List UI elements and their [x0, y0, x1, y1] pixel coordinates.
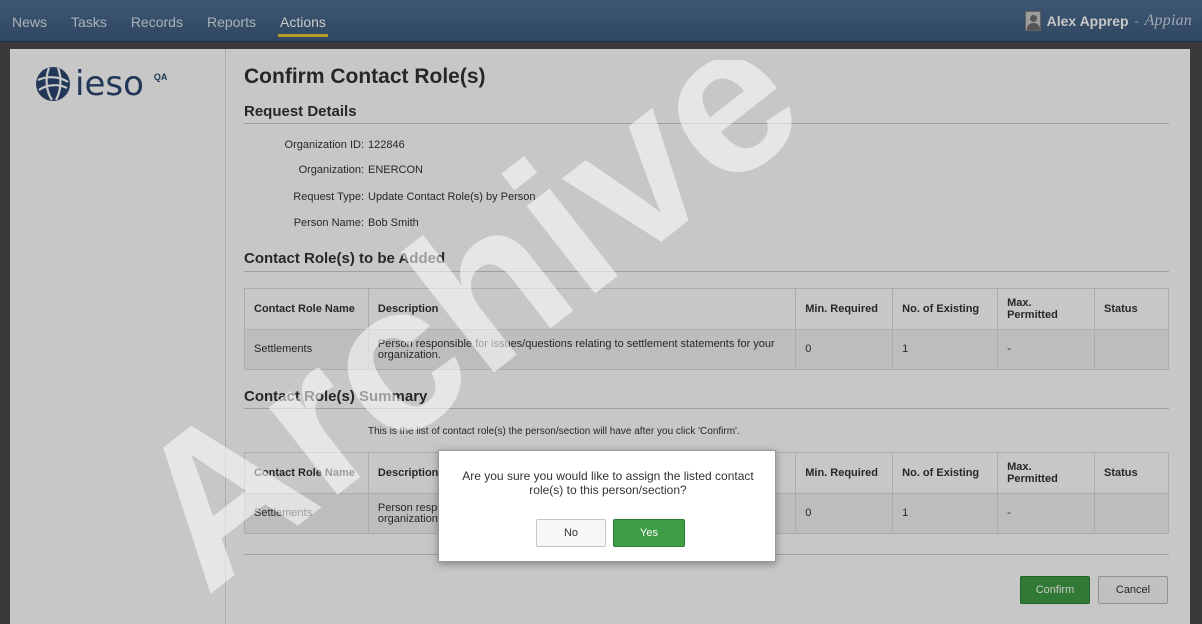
dialog-message: Are you sure you would like to assign th… — [462, 469, 754, 497]
no-button[interactable]: No — [536, 519, 606, 547]
confirmation-dialog: Are you sure you would like to assign th… — [438, 450, 776, 562]
yes-button[interactable]: Yes — [613, 519, 685, 547]
